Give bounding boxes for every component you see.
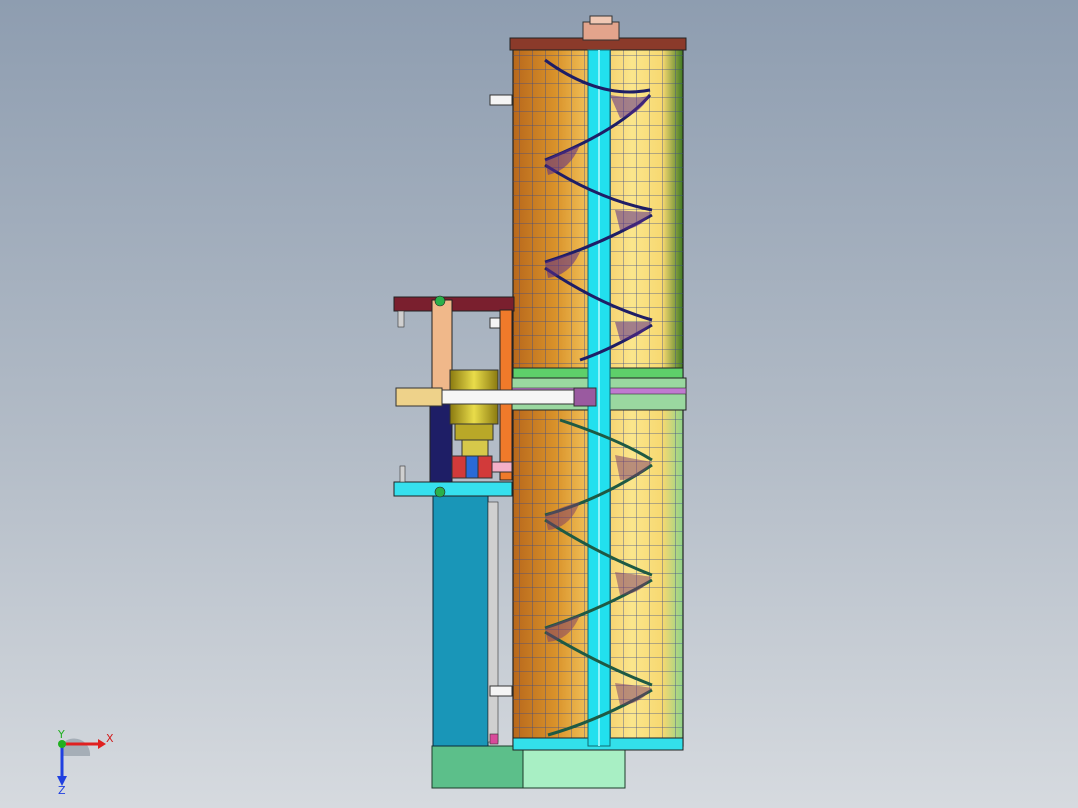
axis-triad: X Y Z <box>57 728 114 796</box>
frame-arm <box>393 296 515 312</box>
gearbox <box>449 369 499 457</box>
drive-shaft <box>395 387 443 407</box>
drive-base <box>393 481 513 497</box>
bolts <box>489 733 499 745</box>
x-axis-label: X <box>106 732 114 745</box>
triad-sphere-icon <box>62 738 91 756</box>
machine-model-drawing[interactable] <box>0 0 1078 808</box>
cad-viewport[interactable]: X Y Z <box>0 0 1078 808</box>
y-axis-label: Y <box>57 728 65 741</box>
z-axis-label: Z <box>58 784 66 796</box>
motor-bracket <box>431 299 453 401</box>
base-plate-right <box>522 747 626 789</box>
base-plate <box>431 745 533 789</box>
top-flange <box>582 21 620 41</box>
support-column <box>432 493 489 747</box>
